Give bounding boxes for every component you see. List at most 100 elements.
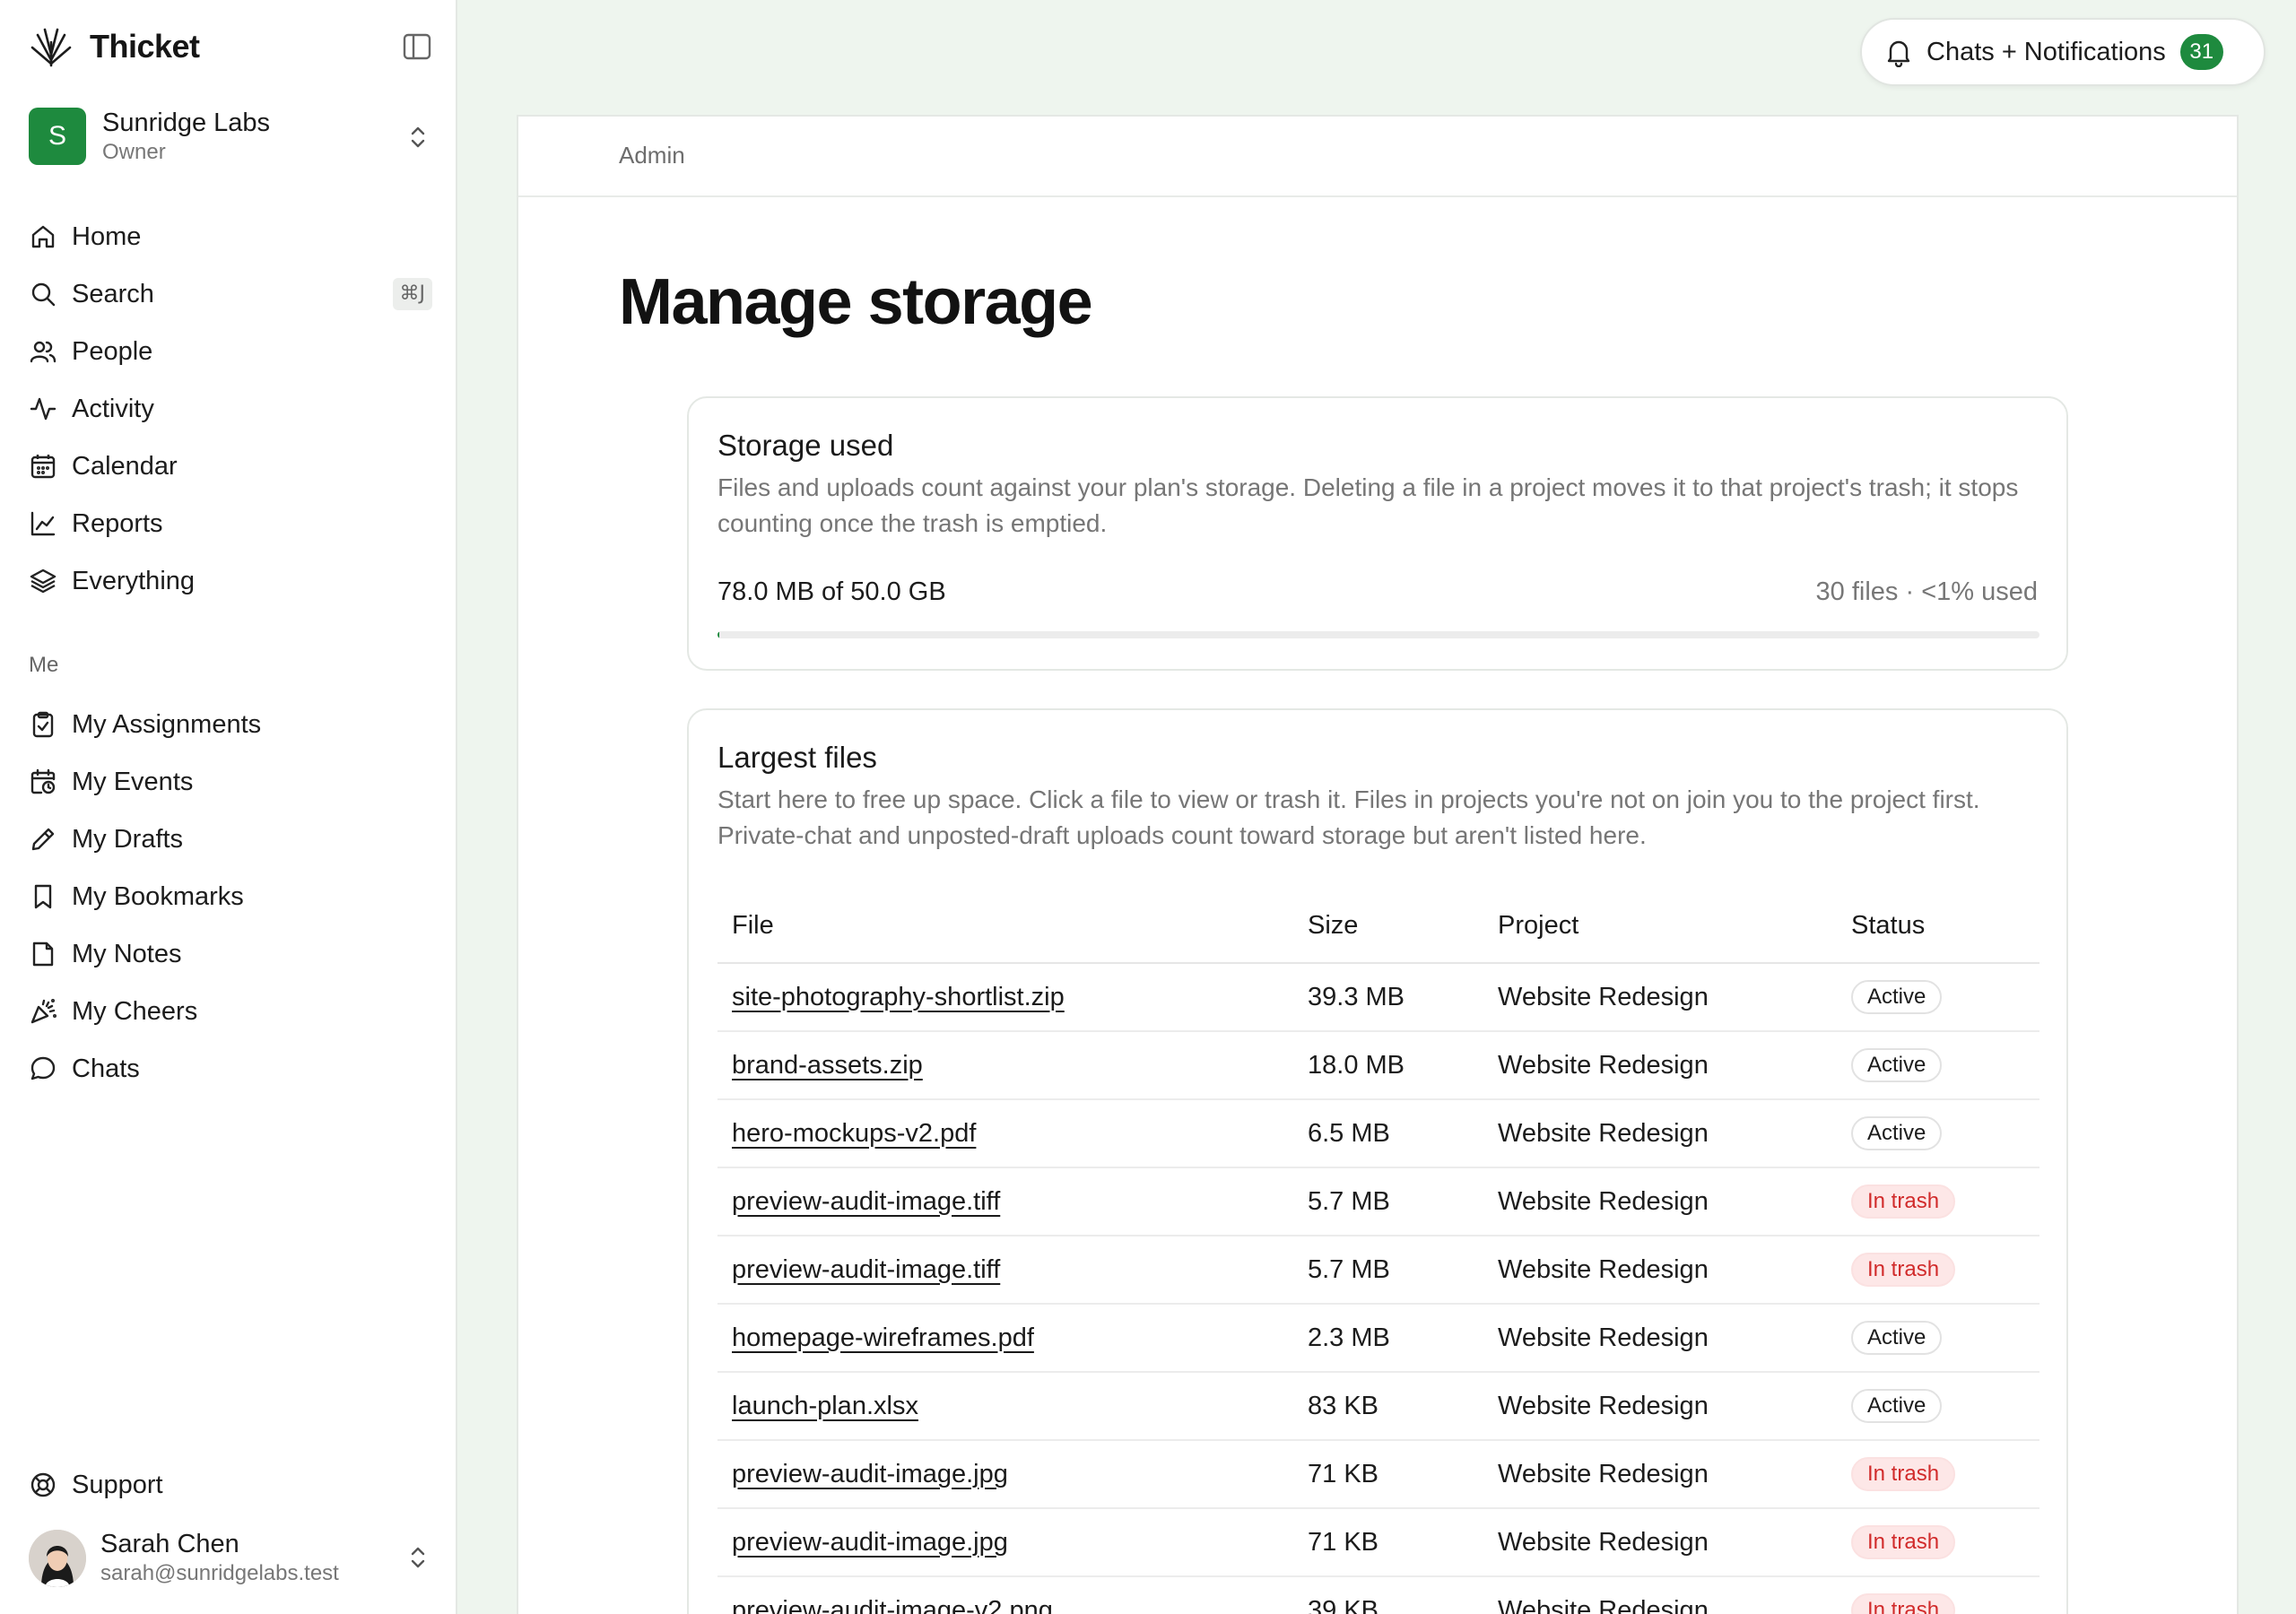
size-cell: 83 KB bbox=[1293, 1372, 1483, 1441]
table-row[interactable]: hero-mockups-v2.pdf 6.5 MB Website Redesig… bbox=[718, 1099, 2039, 1168]
main-nav: Home Search ⌘J People Activity Calendar … bbox=[29, 208, 432, 610]
nav-item-activity[interactable]: Activity bbox=[29, 380, 432, 438]
largest-files-table: File Size Project Status site-photograph… bbox=[718, 889, 2039, 1614]
project-cell: Website Redesign bbox=[1483, 1508, 1837, 1577]
nav-item-my-bookmarks[interactable]: My Bookmarks bbox=[29, 868, 432, 925]
nav-item-my-events[interactable]: My Events bbox=[29, 753, 432, 811]
size-cell: 39 KB bbox=[1293, 1576, 1483, 1614]
nav-item-calendar[interactable]: Calendar bbox=[29, 438, 432, 495]
file-cell: homepage-wireframes.pdf bbox=[718, 1304, 1293, 1373]
table-row[interactable]: preview-audit-image.jpg 71 KB Website Rede… bbox=[718, 1508, 2039, 1577]
brand[interactable]: Thicket bbox=[29, 23, 200, 70]
nav-label: My Events bbox=[72, 767, 194, 796]
project-cell: Website Redesign bbox=[1483, 1372, 1837, 1441]
nav-item-my-notes[interactable]: My Notes bbox=[29, 925, 432, 983]
table-row[interactable]: preview-audit-image.jpg 71 KB Website Rede… bbox=[718, 1440, 2039, 1509]
file-link[interactable]: homepage-wireframes.pdf bbox=[732, 1323, 1034, 1352]
file-cell: preview-audit-image.jpg bbox=[718, 1440, 1293, 1509]
reports-icon bbox=[30, 511, 56, 536]
storage-progress-fill bbox=[718, 631, 720, 638]
support-nav: Support bbox=[29, 1456, 432, 1514]
status-badge: Active bbox=[1851, 980, 1943, 1014]
table-row[interactable]: preview-audit-image.tiff 5.7 MB Website Re… bbox=[718, 1236, 2039, 1305]
status-badge: In trash bbox=[1851, 1253, 1956, 1287]
panel-header: Admin bbox=[518, 117, 2237, 197]
workspace-avatar: S bbox=[29, 108, 86, 165]
file-link[interactable]: preview-audit-image.tiff bbox=[732, 1187, 1000, 1216]
clipboard-check-icon bbox=[32, 711, 54, 738]
chats-notifications-button[interactable]: Chats + Notifications 31 bbox=[1860, 18, 2266, 86]
nav-item-my-drafts[interactable]: My Drafts bbox=[29, 811, 432, 868]
status-cell: In trash bbox=[1837, 1167, 2039, 1237]
note-icon bbox=[32, 941, 54, 967]
status-badge: Active bbox=[1851, 1389, 1943, 1423]
file-link[interactable]: launch-plan.xlsx bbox=[732, 1392, 918, 1420]
nav-item-everything[interactable]: Everything bbox=[29, 552, 432, 610]
file-cell: preview-audit-image.tiff bbox=[718, 1236, 1293, 1305]
breadcrumb[interactable]: Admin bbox=[619, 142, 685, 169]
nav-item-my-assignments[interactable]: My Assignments bbox=[29, 696, 432, 753]
size-cell: 5.7 MB bbox=[1293, 1167, 1483, 1237]
nav-label: My Assignments bbox=[72, 709, 262, 739]
nav-label: My Cheers bbox=[72, 996, 198, 1026]
table-row[interactable]: preview-audit-image.tiff 5.7 MB Website Re… bbox=[718, 1167, 2039, 1237]
table-row[interactable]: site-photography-shortlist.zip 39.3 MB Web… bbox=[718, 963, 2039, 1032]
table-row[interactable]: brand-assets.zip 18.0 MB Website Redesign A… bbox=[718, 1031, 2039, 1100]
nav-item-chats[interactable]: Chats bbox=[29, 1040, 432, 1098]
nav-item-support[interactable]: Support bbox=[29, 1456, 432, 1514]
nav-item-people[interactable]: People bbox=[29, 323, 432, 380]
people-icon bbox=[30, 341, 57, 363]
status-badge: In trash bbox=[1851, 1184, 1956, 1219]
nav-item-search[interactable]: Search ⌘J bbox=[29, 265, 432, 323]
table-header-row: File Size Project Status bbox=[718, 889, 2039, 964]
file-link[interactable]: preview-audit-image.jpg bbox=[732, 1460, 1008, 1488]
table-row[interactable]: preview-audit-image-v2.png 39 KB Website R… bbox=[718, 1576, 2039, 1614]
file-link[interactable]: preview-audit-image-v2.png bbox=[732, 1596, 1053, 1614]
user-menu[interactable]: Sarah Chen sarah@sunridgelabs.test bbox=[29, 1524, 432, 1592]
me-section-label: Me bbox=[29, 653, 59, 677]
workspace-switcher[interactable]: S Sunridge Labs Owner bbox=[29, 106, 432, 167]
file-cell: launch-plan.xlsx bbox=[718, 1372, 1293, 1441]
file-link[interactable]: preview-audit-image.tiff bbox=[732, 1255, 1000, 1284]
nav-item-home[interactable]: Home bbox=[29, 208, 432, 265]
storage-used-card: Storage used Files and uploads count aga… bbox=[687, 396, 2068, 671]
bookmark-icon bbox=[34, 884, 52, 909]
project-cell: Website Redesign bbox=[1483, 963, 1837, 1032]
page-title: Manage storage bbox=[619, 266, 1093, 338]
storage-progress-bar bbox=[718, 631, 2039, 638]
nav-label: Activity bbox=[72, 394, 154, 423]
table-row[interactable]: homepage-wireframes.pdf 2.3 MB Website Red… bbox=[718, 1304, 2039, 1373]
file-link[interactable]: site-photography-shortlist.zip bbox=[732, 983, 1065, 1011]
file-cell: brand-assets.zip bbox=[718, 1031, 1293, 1100]
file-cell: site-photography-shortlist.zip bbox=[718, 963, 1293, 1032]
nav-label: My Drafts bbox=[72, 824, 184, 854]
calendar-icon bbox=[30, 455, 56, 479]
file-link[interactable]: preview-audit-image.jpg bbox=[732, 1528, 1008, 1557]
nav-item-reports[interactable]: Reports bbox=[29, 495, 432, 552]
status-badge: In trash bbox=[1851, 1525, 1956, 1559]
nav-label: Home bbox=[72, 221, 142, 251]
table-row[interactable]: launch-plan.xlsx 83 KB Website Redesign Act… bbox=[718, 1372, 2039, 1441]
search-shortcut: ⌘J bbox=[392, 278, 432, 310]
storage-amount: 78.0 MB of 50.0 GB bbox=[718, 577, 946, 606]
largest-files-card: Largest files Start here to free up spac… bbox=[687, 708, 2068, 1614]
activity-icon bbox=[30, 397, 57, 421]
size-cell: 6.5 MB bbox=[1293, 1099, 1483, 1168]
file-link[interactable]: brand-assets.zip bbox=[732, 1051, 923, 1080]
nav-item-my-cheers[interactable]: My Cheers bbox=[29, 983, 432, 1040]
user-portrait-icon bbox=[29, 1530, 86, 1587]
file-link[interactable]: hero-mockups-v2.pdf bbox=[732, 1119, 976, 1148]
file-cell: hero-mockups-v2.pdf bbox=[718, 1099, 1293, 1168]
status-cell: Active bbox=[1837, 1372, 2039, 1441]
size-cell: 2.3 MB bbox=[1293, 1304, 1483, 1373]
sidebar-toggle-icon[interactable] bbox=[402, 32, 432, 61]
status-cell: Active bbox=[1837, 1099, 2039, 1168]
chevron-up-down-icon bbox=[411, 126, 425, 148]
size-cell: 39.3 MB bbox=[1293, 963, 1483, 1032]
notifications-label: Chats + Notifications bbox=[1926, 37, 2166, 66]
column-header-status: Status bbox=[1837, 889, 2039, 964]
status-cell: In trash bbox=[1837, 1440, 2039, 1509]
status-cell: In trash bbox=[1837, 1576, 2039, 1614]
chat-bubble-icon bbox=[30, 1056, 56, 1080]
storage-card-description: Files and uploads count against your pla… bbox=[718, 473, 2019, 537]
